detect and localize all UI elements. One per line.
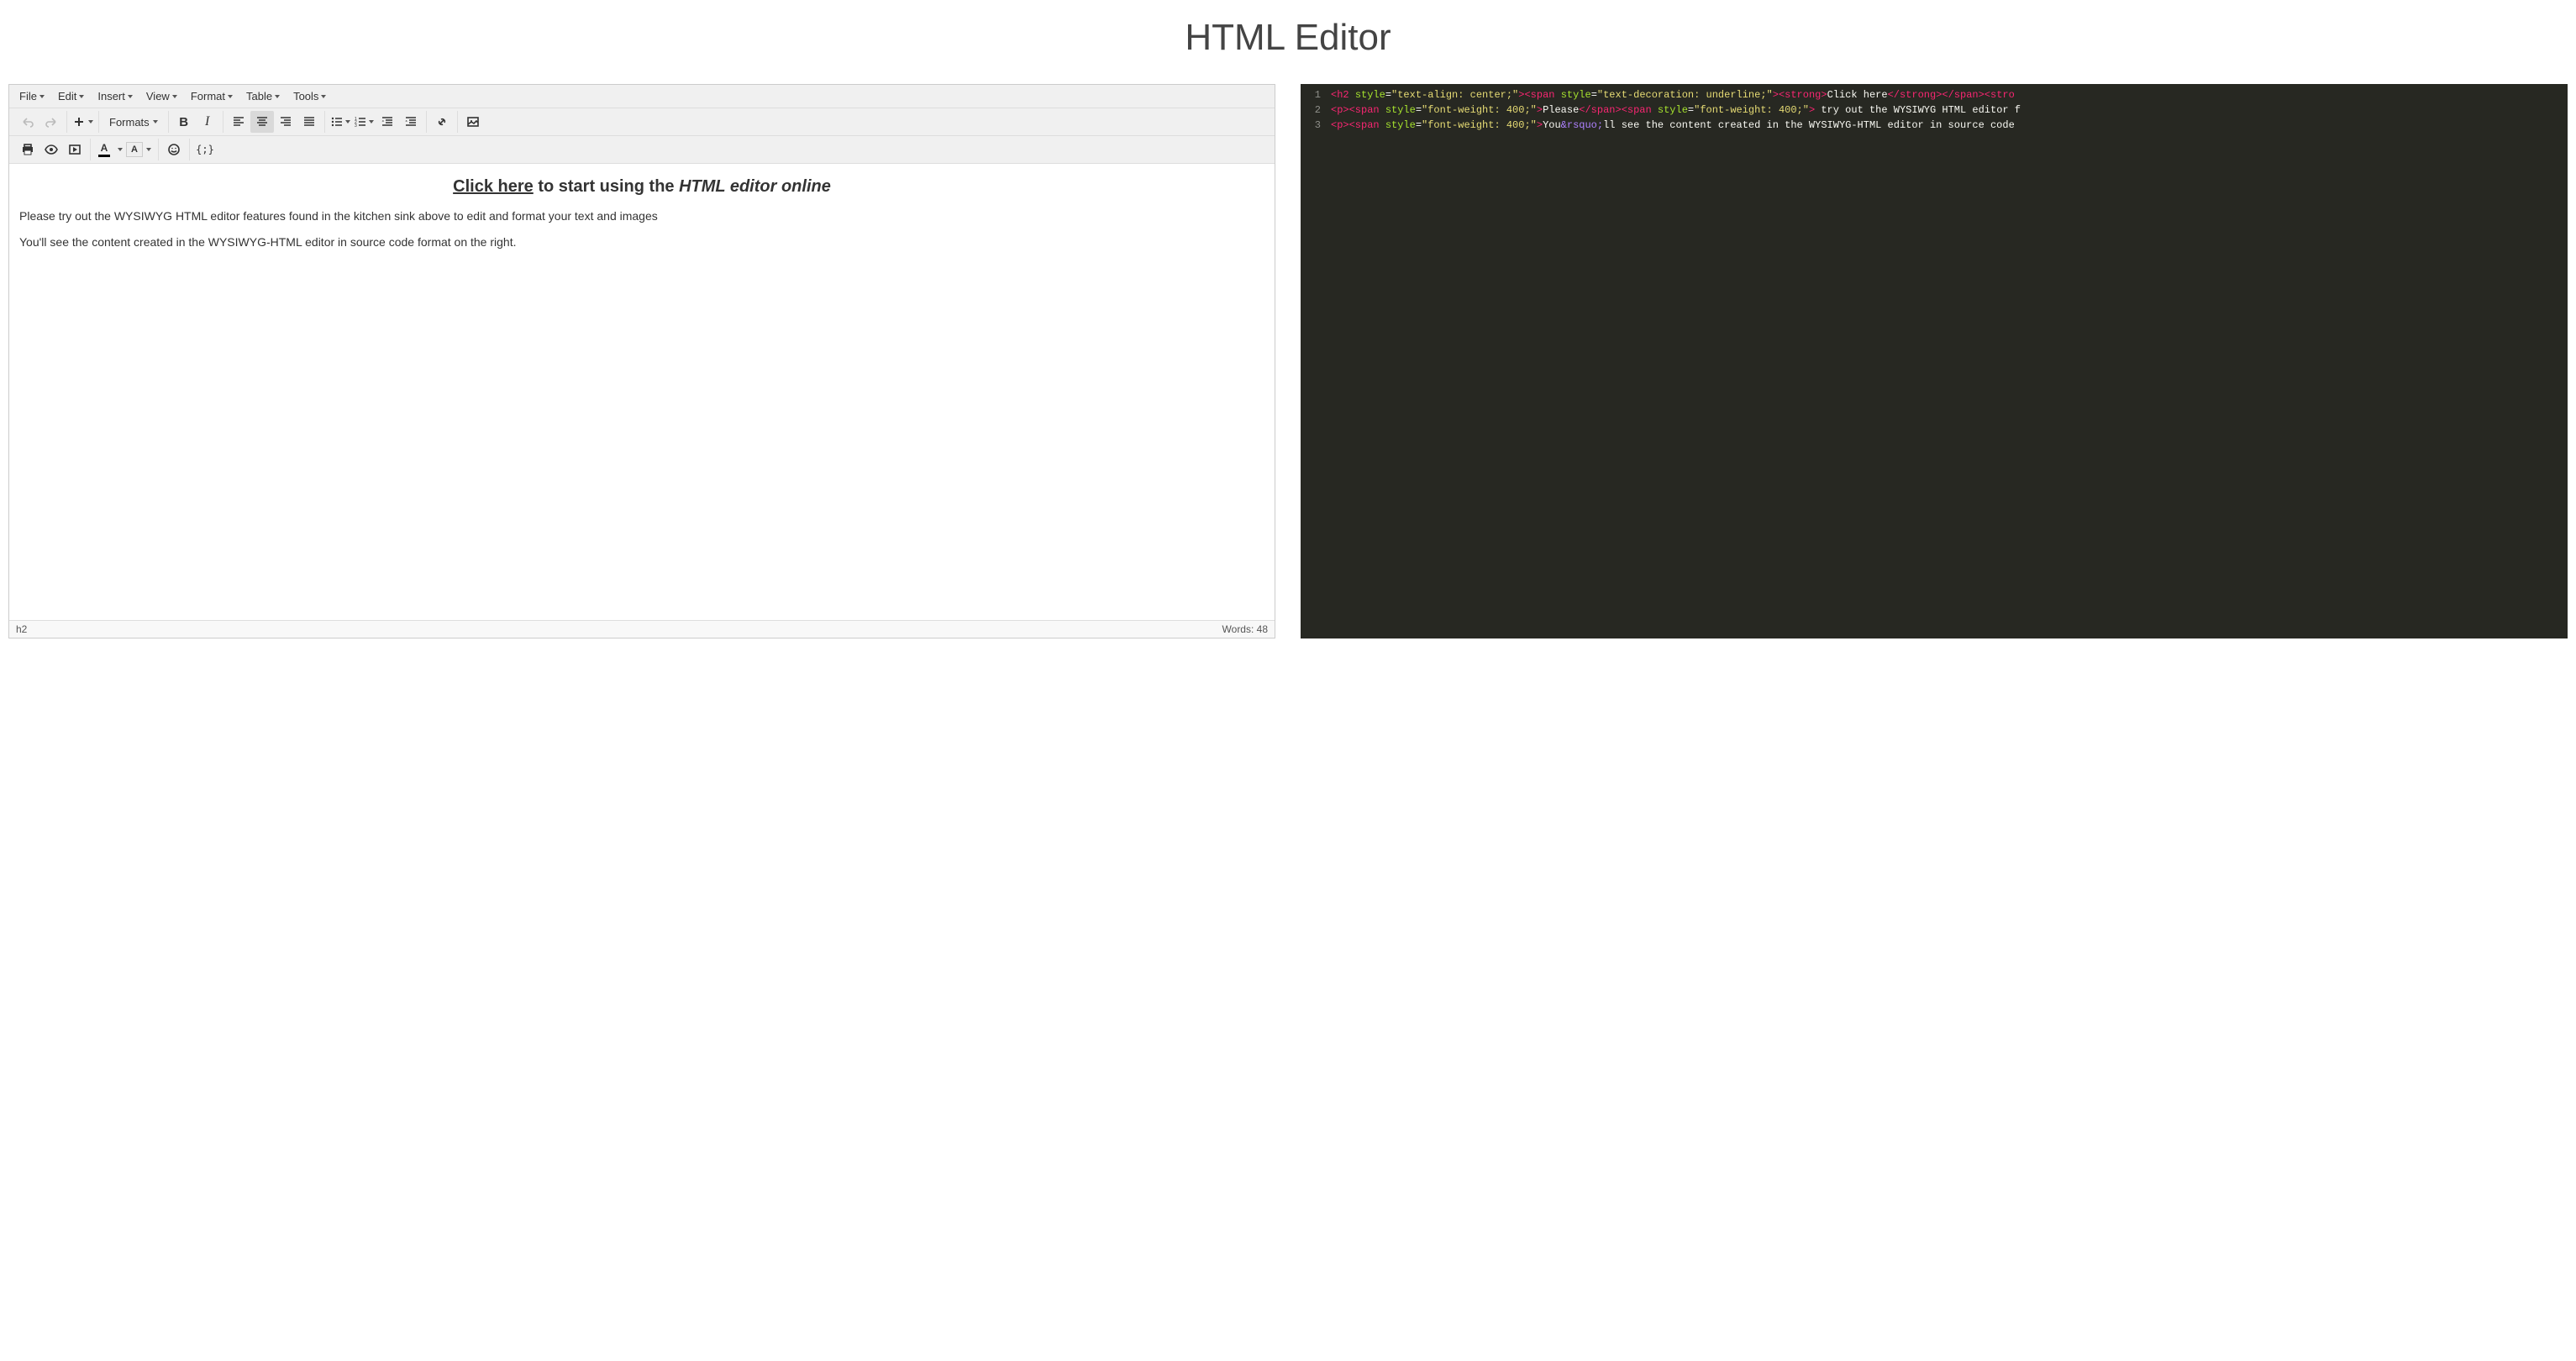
heading-middle-text: to start using the [534,177,679,196]
menu-label: Format [191,90,225,102]
chevron-down-icon [275,95,280,98]
line-number: 3 [1307,118,1321,133]
chevron-down-icon [172,95,177,98]
wysiwyg-editor: File Edit Insert View Format Table Tools… [8,84,1275,638]
chevron-down-icon [39,95,45,98]
menu-label: Edit [58,90,76,102]
menu-insert[interactable]: Insert [91,87,139,106]
toolbar-row-2: A A {;} [9,136,1275,164]
text-color-button[interactable]: A [94,139,126,160]
emoji-button[interactable] [162,139,186,160]
line-number: 1 [1307,87,1321,102]
align-right-button[interactable] [274,111,297,133]
media-button[interactable] [63,139,87,160]
statusbar: h2 Words: 48 [9,620,1275,638]
code-sample-button[interactable]: {;} [193,139,217,160]
line-number: 2 [1307,102,1321,118]
image-button[interactable] [461,111,485,133]
menu-label: Tools [293,90,318,102]
page-title: HTML Editor [0,0,2576,84]
menu-table[interactable]: Table [239,87,287,106]
bullet-list-button[interactable] [329,111,352,133]
chevron-down-icon [79,95,84,98]
editor-content[interactable]: Click here to start using the HTML edito… [9,164,1275,620]
menu-label: View [146,90,170,102]
code-line: 2 <p><span style="font-weight: 400;">Plea… [1301,102,2568,118]
toolbar-row-1: Formats B I 123 [9,108,1275,136]
menu-label: File [19,90,37,102]
background-color-button[interactable]: A [126,139,155,160]
word-count: Words: 48 [1222,623,1268,635]
code-line: 1 <h2 style="text-align: center;"><span s… [1301,87,2568,102]
italic-button[interactable]: I [196,111,219,133]
menu-view[interactable]: View [139,87,184,106]
redo-button[interactable] [39,111,63,133]
chevron-down-icon [228,95,233,98]
chevron-down-icon [369,120,374,123]
chevron-down-icon [118,148,123,151]
chevron-down-icon [128,95,133,98]
formats-label: Formats [109,116,150,129]
align-left-button[interactable] [227,111,250,133]
content-heading: Click here to start using the HTML edito… [19,174,1264,199]
outdent-button[interactable] [376,111,399,133]
svg-text:2: 2 [355,120,357,125]
formats-dropdown[interactable]: Formats [103,111,165,133]
heading-em-text: HTML editor online [679,177,831,196]
menu-tools[interactable]: Tools [287,87,333,106]
chevron-down-icon [153,120,158,123]
svg-text:1: 1 [355,117,357,122]
menubar: File Edit Insert View Format Table Tools [9,85,1275,108]
bold-button[interactable]: B [172,111,196,133]
numbered-list-button[interactable]: 123 [352,111,376,133]
menu-label: Insert [97,90,125,102]
chevron-down-icon [146,148,151,151]
code-content: <p><span style="font-weight: 400;">You&r… [1331,118,2015,133]
link-button[interactable] [430,111,454,133]
menu-edit[interactable]: Edit [51,87,91,106]
code-content: <h2 style="text-align: center;"><span st… [1331,87,2015,102]
align-justify-button[interactable] [297,111,321,133]
code-content: <p><span style="font-weight: 400;">Pleas… [1331,102,2021,118]
heading-link-text: Click here [453,177,534,196]
print-button[interactable] [16,139,39,160]
content-paragraph-1: Please try out the WYSIWYG HTML editor f… [19,208,1264,225]
insert-button[interactable] [71,111,95,133]
menu-file[interactable]: File [13,87,51,106]
indent-button[interactable] [399,111,423,133]
content-paragraph-2: You'll see the content created in the WY… [19,234,1264,251]
menu-label: Table [246,90,272,102]
source-code-view[interactable]: 1 <h2 style="text-align: center;"><span s… [1301,84,2568,638]
svg-text:3: 3 [355,123,357,129]
undo-button[interactable] [16,111,39,133]
chevron-down-icon [321,95,326,98]
preview-button[interactable] [39,139,63,160]
chevron-down-icon [88,120,93,123]
align-center-button[interactable] [250,111,274,133]
chevron-down-icon [345,120,350,123]
menu-format[interactable]: Format [184,87,239,106]
element-path[interactable]: h2 [16,623,27,635]
code-line: 3 <p><span style="font-weight: 400;">You&… [1301,118,2568,133]
